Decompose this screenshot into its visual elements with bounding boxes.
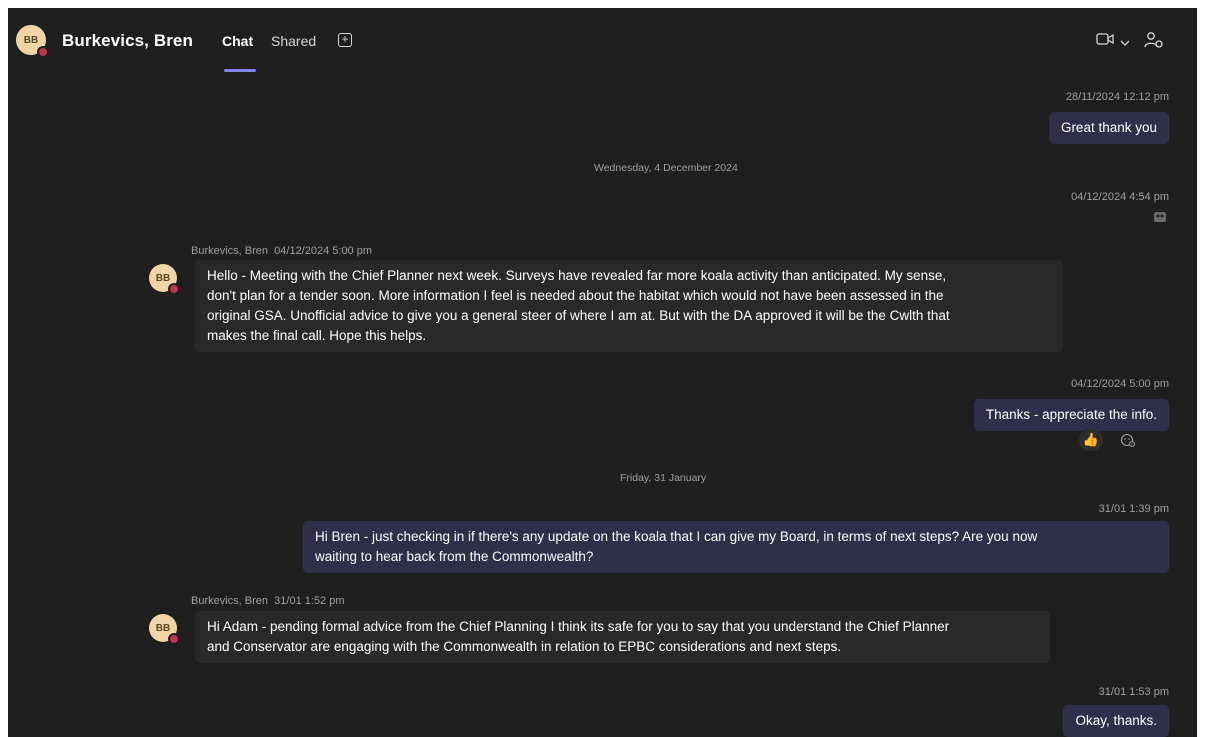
incoming-message[interactable]: Hi Adam - pending formal advice from the… xyxy=(195,611,1050,663)
message-line: Hi Bren - just checking in if there's an… xyxy=(315,529,1038,544)
message-sender-line: Burkevics, Bren 04/12/2024 5:00 pm xyxy=(191,245,372,257)
sender-avatar[interactable]: BB xyxy=(149,614,180,645)
gif-sticker-icon[interactable] xyxy=(1153,211,1167,226)
active-tab-indicator xyxy=(224,69,256,72)
message-sender-line: Burkevics, Bren 31/01 1:52 pm xyxy=(191,595,345,607)
outgoing-message[interactable]: Hi Bren - just checking in if there's an… xyxy=(303,521,1169,573)
message-line: original GSA. Unofficial advice to give … xyxy=(207,308,950,323)
date-divider: Wednesday, 4 December 2024 xyxy=(594,162,738,174)
message-timestamp: 04/12/2024 5:00 pm xyxy=(1071,378,1169,390)
incoming-message[interactable]: Hello - Meeting with the Chief Planner n… xyxy=(195,260,1063,352)
outgoing-message[interactable]: Thanks - appreciate the info. xyxy=(973,399,1169,431)
message-timestamp: 31/01 1:52 pm xyxy=(274,595,345,607)
tab-chat[interactable]: Chat xyxy=(222,33,253,49)
message-line: waiting to hear back from the Commonweal… xyxy=(315,549,594,564)
avatar-initials: BB xyxy=(155,272,171,284)
outgoing-message[interactable]: Okay, thanks. xyxy=(1063,705,1169,737)
message-line: Hi Adam - pending formal advice from the… xyxy=(207,619,950,634)
presence-busy-icon xyxy=(168,283,180,295)
outgoing-message[interactable]: Great thank you xyxy=(1048,112,1169,144)
message-timestamp: 04/12/2024 5:00 pm xyxy=(274,245,373,257)
sender-avatar[interactable]: BB xyxy=(149,264,180,295)
message-line: makes the final call. Hope this helps. xyxy=(207,328,427,343)
teams-chat-window: BB Burkevics, Bren Chat Shared + 28/11/2… xyxy=(8,8,1197,737)
avatar-initials: BB xyxy=(155,622,171,634)
date-divider: Friday, 31 January xyxy=(620,472,707,484)
add-reaction-icon[interactable] xyxy=(1120,432,1136,451)
add-tab-button[interactable]: + xyxy=(338,33,352,47)
people-settings-icon[interactable] xyxy=(1144,31,1164,54)
plus-icon: + xyxy=(341,32,349,46)
message-line: Hello - Meeting with the Chief Planner n… xyxy=(207,268,947,283)
chevron-down-icon[interactable] xyxy=(1120,34,1130,52)
video-icon[interactable] xyxy=(1096,31,1114,52)
sender-name: Burkevics, Bren xyxy=(191,245,269,257)
presence-busy-icon xyxy=(168,633,180,645)
message-line: and Conservator are engaging with the Co… xyxy=(207,639,842,654)
avatar-initials: BB xyxy=(23,34,39,46)
tab-shared[interactable]: Shared xyxy=(271,33,316,49)
message-timestamp: 31/01 1:39 pm xyxy=(1098,503,1169,515)
message-line: don't plan for a tender soon. More infor… xyxy=(207,288,944,303)
message-timestamp: 31/01 1:53 pm xyxy=(1098,686,1169,698)
sender-name: Burkevics, Bren xyxy=(191,595,269,607)
message-timestamp: 04/12/2024 4:54 pm xyxy=(1071,191,1169,203)
thumbs-up-reaction[interactable]: 👍 xyxy=(1079,429,1103,451)
contact-avatar[interactable]: BB xyxy=(16,25,49,58)
contact-name[interactable]: Burkevics, Bren xyxy=(62,31,193,51)
chat-header: BB Burkevics, Bren Chat Shared + xyxy=(8,8,1197,72)
presence-busy-icon xyxy=(37,46,49,58)
message-timestamp: 28/11/2024 12:12 pm xyxy=(1065,91,1169,103)
